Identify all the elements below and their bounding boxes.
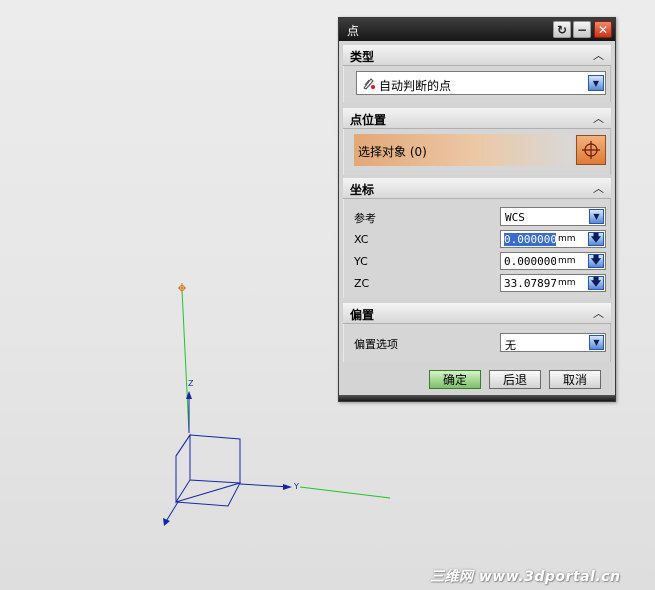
xc-value[interactable]: 0.000000 [504,233,556,246]
section-offset-label: 偏置 [350,308,375,322]
point-type-value: 自动判断的点 [379,79,452,93]
collapse-point-location-icon[interactable]: ︿ [590,110,607,126]
z-axis-label: Z [188,379,194,388]
z-axis-line [181,289,190,434]
reference-value: WCS [505,211,525,224]
collapse-type-icon[interactable]: ︿ [590,47,607,63]
minimize-button[interactable]: − [573,21,591,38]
offset-option-label: 偏置选项 [354,338,398,351]
reset-icon: ↻ [556,22,568,37]
wcs-cube [175,433,241,507]
cancel-button[interactable]: 取消 [549,370,601,389]
y-axis-label: Y [293,482,299,491]
section-type-body: 自动判断的点 ▼ [343,66,611,102]
yc-field[interactable]: 0.000000 mm 🡇 [500,252,606,270]
minimize-icon: − [576,22,588,37]
section-coordinates-label: 坐标 [350,183,375,197]
reference-dropdown[interactable]: WCS ▼ [500,207,606,226]
point-pick-button[interactable] [576,135,606,165]
wcs-y-arrowhead [283,484,292,490]
dialog-bottom-edge [339,395,615,401]
section-offset-header[interactable]: 偏置 ︿ [343,303,611,324]
down-arrow-icon[interactable]: 🡇 [588,232,604,246]
down-arrow-icon[interactable]: 🡇 [588,254,604,268]
dialog-title: 点 [347,24,360,38]
select-object-label: 选择对象 (0) [358,145,427,159]
yc-unit: mm [558,256,576,266]
section-coordinates-body: 参考 WCS ▼ XC 0.000000 mm 🡇 YC 0.000000 mm… [343,199,611,298]
chevron-down-icon[interactable]: ▼ [589,209,604,224]
section-coordinates-header[interactable]: 坐标 ︿ [343,178,611,199]
wcs-y-arrow [239,483,291,488]
section-offset-body: 偏置选项 无 ▼ [343,324,611,362]
crosshair-icon [582,141,600,159]
down-arrow-icon[interactable]: 🡇 [588,276,604,290]
chevron-down-icon[interactable]: ▼ [589,335,604,350]
section-point-location-header[interactable]: 点位置 ︿ [343,108,611,129]
zc-value[interactable]: 33.078976 [504,277,556,290]
wcs-x-arrowhead [163,518,170,526]
zc-unit: mm [558,278,576,288]
ok-button[interactable]: 确定 [429,370,481,389]
collapse-offset-icon[interactable]: ︿ [590,305,607,321]
close-button[interactable]: ✕ [594,21,612,38]
point-dialog: 点 ↻ − ✕ 类型 ︿ 自动判断的点 ▼ 点位置 ︿ 选择对象 (0) 坐标 … [338,17,616,402]
inferred-point-icon [363,78,375,90]
offset-option-dropdown[interactable]: 无 ▼ [500,333,606,352]
y-axis-line [299,486,391,499]
offset-option-value: 无 [505,339,516,352]
chevron-down-icon[interactable]: ▼ [588,75,604,91]
yc-value[interactable]: 0.000000 [504,255,556,268]
xc-field[interactable]: 0.000000 mm 🡇 [500,230,606,248]
close-icon: ✕ [597,22,609,37]
yc-label: YC [354,255,368,268]
collapse-coordinates-icon[interactable]: ︿ [590,180,607,196]
back-button[interactable]: 后退 [489,370,541,389]
reference-label: 参考 [354,212,376,225]
point-type-dropdown[interactable]: 自动判断的点 ▼ [356,71,606,95]
select-object-field[interactable]: 选择对象 (0) [354,134,574,166]
section-point-location-label: 点位置 [350,113,387,127]
reset-button[interactable]: ↻ [553,21,571,38]
dialog-titlebar[interactable]: 点 ↻ − ✕ [339,18,615,41]
section-type-header[interactable]: 类型 ︿ [343,45,611,66]
zc-label: ZC [354,277,370,290]
xc-unit: mm [558,234,576,244]
watermark: 三维网 www.3dportal.cn [430,569,621,585]
point-marker [178,283,186,293]
xc-label: XC [354,233,369,246]
section-type-label: 类型 [350,50,375,64]
section-point-location-body: 选择对象 (0) [343,129,611,175]
zc-field[interactable]: 33.078976 mm 🡇 [500,274,606,292]
